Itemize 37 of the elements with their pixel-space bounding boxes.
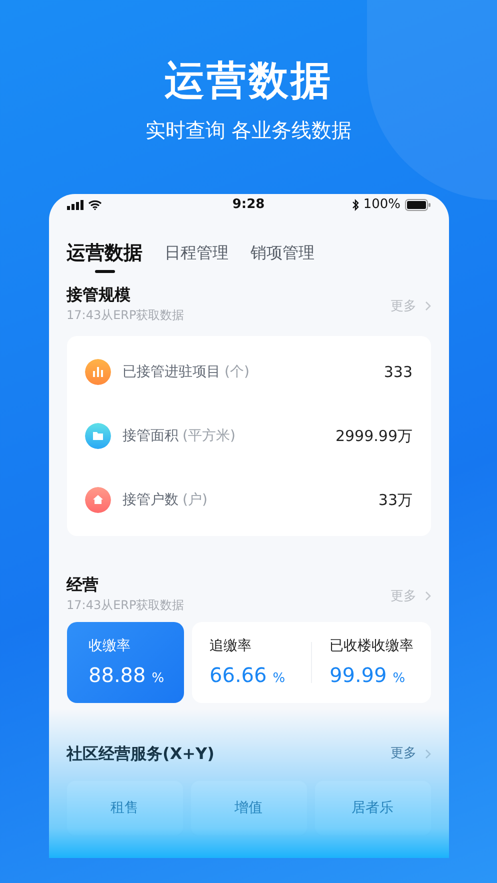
- rate-label: 追缴率: [210, 637, 252, 656]
- percent-sign: %: [152, 670, 164, 688]
- tab[interactable]: 运营数据: [66, 230, 142, 276]
- rate-item[interactable]: 已收楼收缴率 99.99 %: [312, 622, 430, 703]
- tab[interactable]: 日程管理: [164, 230, 228, 276]
- metric-label: 接管面积: [122, 426, 178, 446]
- metric-label: 已接管进驻项目: [122, 362, 220, 382]
- service-tile[interactable]: 居者乐: [314, 781, 430, 835]
- section-title: 经营: [66, 574, 100, 596]
- more-link[interactable]: 更多: [390, 744, 430, 764]
- metric-value: 333: [384, 362, 412, 383]
- metric-label: 接管户数: [122, 490, 178, 510]
- rate-value: 66.66: [210, 662, 267, 689]
- rate-item[interactable]: 追缴率 66.66 %: [192, 622, 310, 703]
- headline: 运营数据: [164, 57, 332, 106]
- section-title: 接管规模: [66, 284, 132, 306]
- rate-value: 88.88: [88, 662, 146, 689]
- sync-time-text: 17:43从ERP获取数据: [66, 307, 184, 324]
- subheadline: 实时查询 各业务线数据: [145, 117, 352, 144]
- highlight-rate-card[interactable]: 收缴率 88.88 %: [66, 622, 184, 703]
- section-title: 社区经营服务(X+Y): [66, 743, 214, 765]
- percent-sign: %: [272, 670, 286, 688]
- metric-value: 2999.99万: [335, 426, 412, 447]
- metric-value: 33万: [378, 490, 412, 511]
- sync-time-text: 17:43从ERP获取数据: [66, 597, 184, 614]
- battery-percent: 100%: [363, 196, 400, 214]
- clock-time: 9:28: [232, 197, 265, 212]
- rate-label: 收缴率: [88, 637, 132, 656]
- percent-sign: %: [392, 670, 406, 688]
- tab[interactable]: 销项管理: [250, 230, 314, 276]
- metric-unit: (个): [224, 362, 250, 382]
- rate-label: 已收楼收缴率: [330, 637, 414, 656]
- metric-unit: (户): [182, 490, 208, 510]
- rate-value: 99.99: [330, 662, 387, 689]
- metric-unit: (平方米): [182, 426, 236, 446]
- service-tile[interactable]: 增值: [190, 781, 306, 835]
- service-tile[interactable]: 租售: [66, 781, 182, 835]
